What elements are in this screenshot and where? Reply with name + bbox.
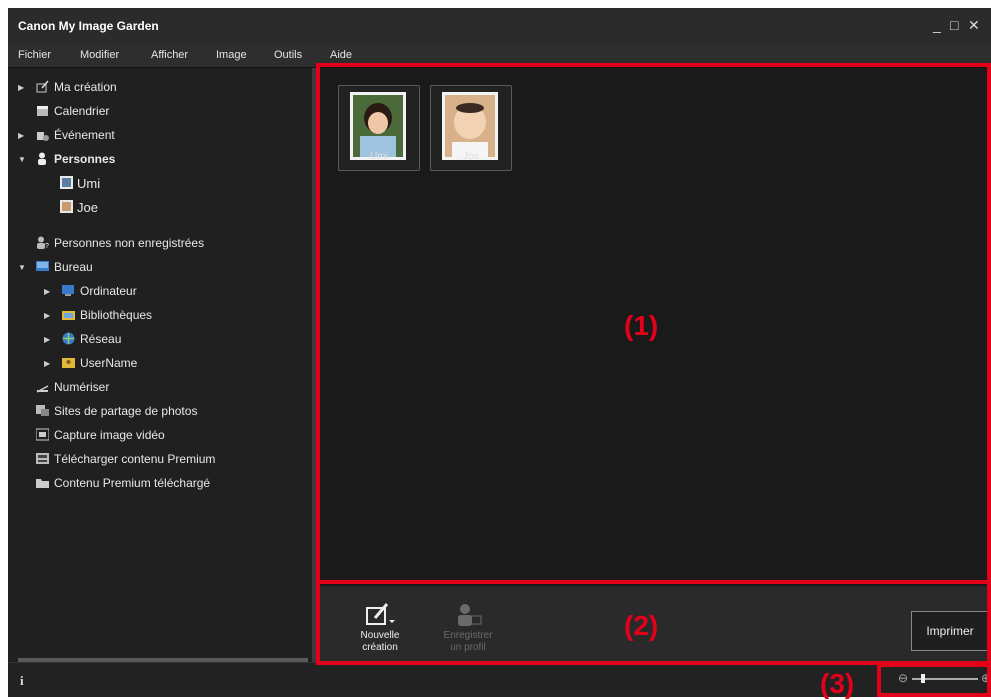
unknown-person-icon: ? [36,236,49,250]
sidebar-item-label: Sites de partage de photos [54,404,198,418]
collapse-arrow-icon[interactable]: ▼ [18,155,26,164]
scan-icon [36,380,49,393]
sidebar-item-label: Calendrier [54,104,110,118]
expand-arrow-icon[interactable]: ▶ [44,311,50,320]
sidebar-item-label: Contenu Premium téléchargé [54,476,211,490]
sidebar-item-label: Bibliothèques [80,308,153,322]
sidebar-item-label: Réseau [80,332,122,346]
person-icon [36,152,49,165]
svg-text:?: ? [45,243,49,249]
expand-arrow-icon[interactable]: ▶ [44,287,50,296]
collapse-arrow-icon[interactable]: ▼ [18,263,26,272]
network-icon [62,332,75,345]
sidebar-item-label: Personnes non enregistrées [54,236,205,250]
face-icon [60,176,73,189]
window-title: Canon My Image Garden [18,19,159,33]
expand-arrow-icon[interactable]: ▶ [18,131,24,140]
photo-share-icon [36,404,49,417]
expand-arrow-icon[interactable]: ▶ [18,83,24,92]
menu-aide[interactable]: Aide [330,49,352,61]
expand-arrow-icon[interactable]: ▶ [44,359,50,368]
sidebar-item-label: Ma création [54,80,117,94]
minimize-button[interactable]: _ [933,17,941,33]
face-icon [60,200,73,213]
expand-arrow-icon[interactable]: ▶ [44,335,50,344]
callout-label-3: (3) [820,668,855,699]
download-premium-icon [36,452,49,465]
menu-outils[interactable]: Outils [274,49,302,61]
computer-icon [62,284,75,297]
menu-modifier[interactable]: Modifier [80,49,119,61]
callout-box-3 [877,663,991,697]
sidebar-item-label: Télécharger contenu Premium [54,452,216,466]
sidebar-item-label: Bureau [54,260,93,274]
event-icon [36,128,49,141]
user-folder-icon [62,356,75,369]
sidebar-item-label: Événement [54,128,115,142]
sidebar-item-label: Capture image vidéo [54,428,165,442]
calendar-icon [36,104,49,117]
maximize-button[interactable]: □ [950,17,958,33]
info-icon[interactable]: i [20,673,24,689]
sidebar-item-label: Joe [77,200,98,215]
sidebar-item-label: Ordinateur [80,284,137,298]
title-bar: Canon My Image Garden _ □ ✕ [8,8,991,44]
sidebar-item-label: Umi [77,176,101,191]
video-capture-icon [35,428,50,441]
menu-image[interactable]: Image [216,49,247,61]
callout-label-1: (1) [624,310,659,341]
folder-icon [36,476,49,489]
library-icon [62,308,75,321]
pencil-frame-icon [36,80,49,93]
menu-fichier[interactable]: Fichier [18,49,51,61]
sidebar-item-label: Numériser [54,380,110,394]
sidebar-item-label: UserName [80,356,138,370]
close-button[interactable]: ✕ [968,17,980,34]
menu-afficher[interactable]: Afficher [151,49,188,61]
callout-label-2: (2) [624,610,659,641]
sidebar: ▶ Ma création Calendrier ▶ Événement ▼ P… [8,68,312,662]
desktop-icon [36,260,49,273]
sidebar-item-label: Personnes [54,152,116,166]
